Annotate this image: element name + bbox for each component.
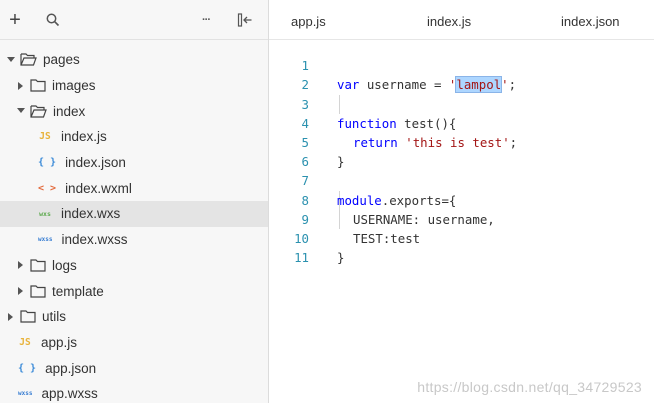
watermark-text: https://blog.csdn.net/qq_34729523 (417, 379, 642, 395)
tree-file-app-js[interactable]: JS app.js (0, 330, 268, 356)
explorer-toolbar: + ··· (0, 0, 268, 40)
code-text: } (337, 250, 345, 266)
tree-item-label: app.wxss (41, 386, 98, 402)
editor-tab-bar: app.js index.js index.json (269, 0, 654, 40)
tree-file-index-js[interactable]: JS index.js (0, 124, 268, 150)
wxml-file-icon: < > (38, 182, 57, 194)
tree-item-label: app.json (45, 360, 97, 376)
js-file-icon: JS (19, 336, 31, 348)
code-line: 8 USERNAME: username, (269, 171, 654, 227)
js-file-icon: JS (39, 131, 51, 143)
folder-open-icon (30, 105, 47, 118)
chevron-right-icon (16, 260, 26, 270)
tree-file-index-wxs[interactable]: wxs index.wxs (0, 201, 268, 227)
tree-item-label: logs (52, 257, 77, 273)
tree-item-label: index.wxss (61, 232, 128, 248)
chevron-right-icon (16, 286, 26, 296)
tree-file-index-wxss[interactable]: wxss index.wxss (0, 227, 268, 253)
tree-item-label: app.js (41, 334, 78, 350)
more-button[interactable]: ··· (197, 11, 215, 29)
search-icon (46, 13, 60, 27)
file-tree: pages images index JS index.js {} index… (0, 47, 268, 407)
tree-item-label: index.js (61, 129, 107, 145)
wxss-file-icon: wxss (38, 236, 53, 244)
tab-app-js[interactable]: app.js (291, 14, 326, 29)
tree-file-index-json[interactable]: { } index.json (0, 150, 268, 176)
json-file-icon: { } (38, 157, 57, 169)
tree-folder-images[interactable]: images (0, 73, 268, 99)
code-line: 1 var username = 'lampol'; (269, 37, 654, 94)
chevron-right-icon (16, 81, 26, 91)
chevron-down-icon (16, 106, 26, 116)
tree-item-label: images (52, 78, 96, 94)
tree-item-label: utils (42, 309, 67, 325)
line-number: 11 (294, 250, 309, 266)
wxss-file-icon: wxss (18, 390, 33, 398)
code-line: 7 module.exports={ (269, 152, 654, 207)
code-line: 3 function test(){ (269, 75, 654, 131)
code-line: 11 (269, 229, 654, 265)
folder-icon (20, 310, 36, 323)
tree-item-label: index.wxml (65, 180, 132, 196)
tree-folder-utils[interactable]: utils (0, 304, 268, 330)
code-line: 4 return 'this is test'; (269, 95, 654, 150)
tab-index-json[interactable]: index.json (561, 14, 620, 29)
file-explorer: + ··· pages images index JS index.js {}… (0, 0, 269, 403)
json-file-icon: { } (18, 362, 37, 374)
code-line: 2 (269, 56, 654, 92)
collapse-sidebar-icon (237, 13, 252, 27)
code-line: 10 } (269, 210, 654, 265)
chevron-down-icon (6, 55, 16, 65)
tree-folder-template[interactable]: template (0, 278, 268, 304)
plus-icon: + (9, 9, 21, 31)
add-file-button[interactable]: + (6, 9, 24, 31)
code-line: 5 } (269, 114, 654, 169)
code-line: 9 TEST:test (269, 191, 654, 246)
tab-index-js[interactable]: index.js (427, 14, 471, 29)
tree-item-label: index (53, 103, 86, 119)
code-line: 6 (269, 133, 654, 169)
code-area[interactable]: 1 var username = 'lampol'; 2 3 function … (269, 37, 654, 265)
tree-item-label: template (52, 283, 104, 299)
tree-file-app-json[interactable]: { } app.json (0, 355, 268, 381)
folder-icon (30, 284, 46, 298)
search-button[interactable] (44, 11, 62, 29)
tree-item-label: index.json (65, 155, 126, 171)
tree-item-label: index.wxs (61, 206, 121, 222)
tree-item-label: pages (43, 52, 80, 68)
chevron-right-icon (6, 312, 16, 322)
wxs-file-icon: wxs (39, 209, 51, 218)
collapse-panel-button[interactable] (236, 11, 254, 29)
folder-icon (30, 79, 46, 92)
folder-open-icon (20, 53, 37, 66)
tree-folder-logs[interactable]: logs (0, 253, 268, 279)
tree-file-index-wxml[interactable]: < > index.wxml (0, 175, 268, 201)
folder-icon (30, 259, 46, 272)
code-editor: app.js index.js index.json 1 var usernam… (269, 0, 654, 403)
tree-folder-pages[interactable]: pages (0, 47, 268, 73)
more-icon: ··· (202, 14, 211, 26)
tree-folder-index[interactable]: index (0, 98, 268, 124)
